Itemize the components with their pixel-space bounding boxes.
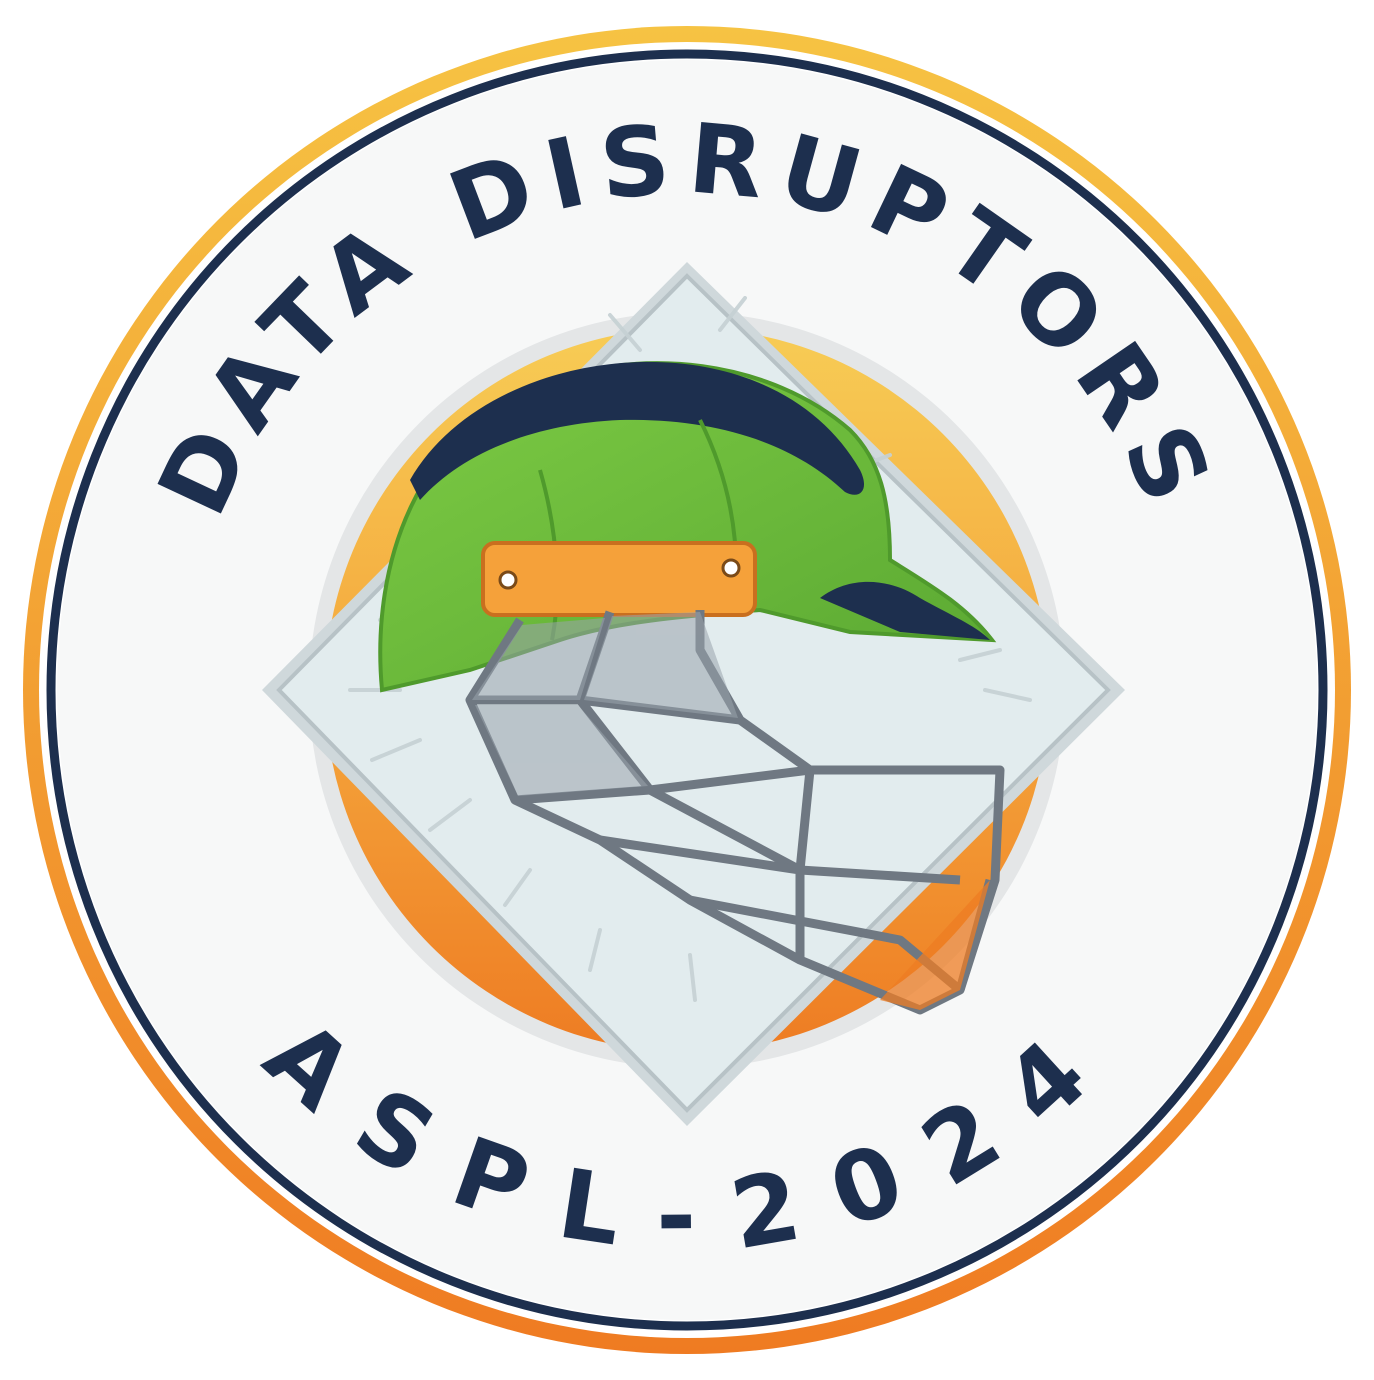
badge-graphic: DATA DISRUPTORS ASPL-2024: [23, 26, 1351, 1354]
team-logo-badge: DATA DISRUPTORS ASPL-2024: [0, 0, 1374, 1380]
